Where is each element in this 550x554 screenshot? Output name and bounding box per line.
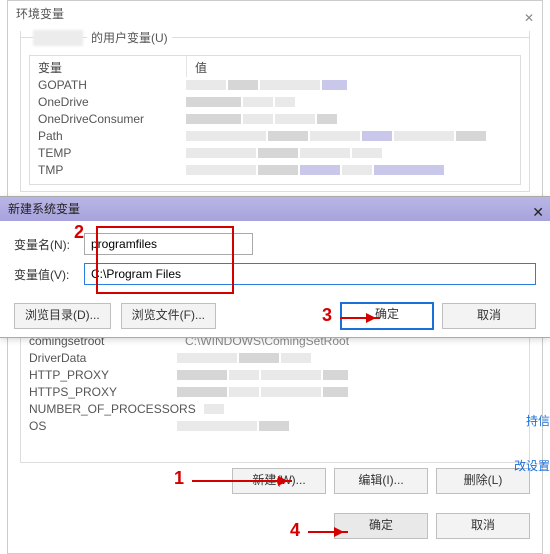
var-name-cell: GOPATH (30, 77, 186, 94)
right-hint-1[interactable]: 持信 (522, 410, 550, 431)
var-name-cell: HTTP_PROXY (21, 367, 177, 384)
dlg-button-row: 浏览目录(D)... 浏览文件(F)... 确定 取消 (14, 303, 536, 329)
var-value-cell-blurred (186, 128, 520, 145)
var-value-cell-blurred (177, 367, 529, 384)
var-value-label: 变量值(V): (14, 266, 84, 283)
user-vars-list[interactable]: GOPATHOneDriveOneDriveConsumerPathTEMPTM… (29, 77, 521, 185)
right-hint-2[interactable]: 改设置 (510, 455, 550, 476)
dlg-title: 新建系统变量 (8, 202, 80, 216)
dlg-cancel-button[interactable]: 取消 (442, 303, 536, 329)
var-name-cell: Path (30, 128, 186, 145)
new-button[interactable]: 新建(W)... (232, 468, 326, 494)
envwin-title: 环境变量 (16, 7, 64, 21)
user-vars-header: 变量 值 (29, 55, 521, 79)
var-value-row: 变量值(V): (14, 263, 536, 285)
var-name-cell: HTTPS_PROXY (21, 384, 177, 401)
var-value-cell-blurred (177, 418, 529, 435)
browse-dir-button[interactable]: 浏览目录(D)... (14, 303, 111, 329)
var-value-input[interactable] (84, 263, 536, 285)
var-name-cell: TEMP (30, 145, 186, 162)
system-vars-buttons: 新建(W)... 编辑(I)... 删除(L) (20, 468, 530, 498)
dlg-ok-button[interactable]: 确定 (340, 302, 434, 330)
var-value-cell-blurred (186, 111, 520, 128)
new-system-variable-dialog: 新建系统变量 ✕ 变量名(N): 变量值(V): 浏览目录(D)... 浏览文件… (0, 196, 550, 338)
var-value-cell-blurred (204, 401, 529, 418)
ok-button[interactable]: 确定 (334, 513, 428, 539)
var-name-row: 变量名(N): (14, 233, 536, 255)
col-name[interactable]: 变量 (30, 56, 187, 78)
system-variables-group: comingsetrootC:\WINDOWS\ComingSetRootDri… (20, 331, 530, 463)
var-value-cell-blurred (177, 350, 529, 367)
table-row[interactable]: GOPATH (30, 77, 520, 94)
var-name-input[interactable] (84, 233, 253, 255)
table-row[interactable]: OneDrive (30, 94, 520, 111)
var-name-label: 变量名(N): (14, 236, 84, 253)
table-row[interactable]: DriverData (21, 350, 529, 367)
user-vars-label: 的用户变量(U) (87, 29, 172, 46)
table-row[interactable]: HTTPS_PROXY (21, 384, 529, 401)
table-row[interactable]: Path (30, 128, 520, 145)
table-row[interactable]: OS (21, 418, 529, 435)
dlg-titlebar: 新建系统变量 ✕ (0, 197, 550, 221)
var-name-cell: DriverData (21, 350, 177, 367)
table-row[interactable]: HTTP_PROXY (21, 367, 529, 384)
browse-file-button[interactable]: 浏览文件(F)... (121, 303, 216, 329)
var-value-cell-blurred (186, 94, 520, 111)
var-value-cell-blurred (186, 162, 520, 179)
edit-button[interactable]: 编辑(I)... (334, 468, 428, 494)
table-row[interactable]: TMP (30, 162, 520, 179)
cancel-button[interactable]: 取消 (436, 513, 530, 539)
close-icon[interactable]: ✕ (524, 5, 534, 31)
table-row[interactable]: TEMP (30, 145, 520, 162)
system-vars-list[interactable]: comingsetrootC:\WINDOWS\ComingSetRootDri… (20, 332, 530, 463)
envwin-final-buttons: 确定 取消 (20, 513, 530, 543)
envwin-titlebar: 环境变量 ✕ (8, 1, 542, 27)
var-name-cell: NUMBER_OF_PROCESSORS (21, 401, 204, 418)
var-name-cell: TMP (30, 162, 186, 179)
col-value[interactable]: 值 (187, 56, 520, 78)
table-row[interactable]: NUMBER_OF_PROCESSORS (21, 401, 529, 418)
table-row[interactable]: OneDriveConsumer (30, 111, 520, 128)
var-name-cell: OneDriveConsumer (30, 111, 186, 128)
var-value-cell-blurred (186, 145, 520, 162)
blurred-username (33, 30, 83, 46)
var-value-cell-blurred (186, 77, 520, 94)
var-name-cell: OS (21, 418, 177, 435)
close-icon[interactable]: ✕ (532, 200, 544, 224)
user-variables-group: 的用户变量(U) 变量 值 GOPATHOneDriveOneDriveCons… (20, 31, 530, 192)
var-name-cell: OneDrive (30, 94, 186, 111)
var-value-cell-blurred (177, 384, 529, 401)
